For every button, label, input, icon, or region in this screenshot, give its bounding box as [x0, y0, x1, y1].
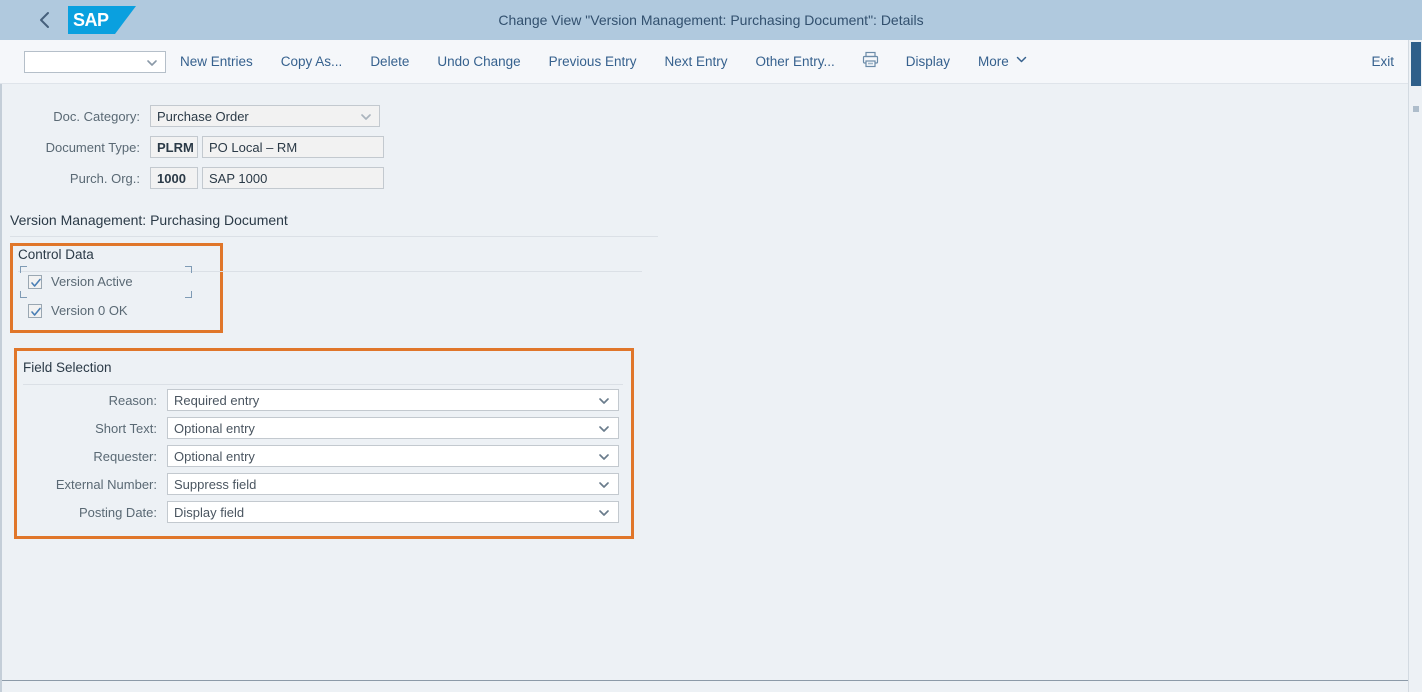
purch-org-row: Purch. Org.: 1000 SAP 1000: [2, 164, 384, 192]
page-title: Change View "Version Management: Purchas…: [0, 0, 1422, 40]
other-entry-button[interactable]: Other Entry...: [742, 47, 849, 77]
purch-org-description-field[interactable]: SAP 1000: [202, 167, 384, 189]
display-button[interactable]: Display: [892, 47, 964, 77]
previous-entry-button[interactable]: Previous Entry: [535, 47, 651, 77]
check-icon: [30, 306, 42, 318]
header-form: Doc. Category: Purchase Order Document T…: [2, 102, 384, 195]
variant-select[interactable]: [24, 51, 166, 73]
title-bar: SAP Change View "Version Management: Pur…: [0, 0, 1422, 40]
document-type-code-field[interactable]: PLRM: [150, 136, 198, 158]
section-divider: [10, 236, 658, 237]
external-number-label: External Number:: [2, 477, 167, 492]
control-data-group-title: Control Data: [18, 247, 94, 262]
control-data-divider: [18, 271, 642, 272]
chevron-down-icon: [1015, 47, 1028, 77]
purch-org-label: Purch. Org.:: [2, 171, 150, 186]
requester-value: Optional entry: [174, 449, 255, 464]
short-text-value: Optional entry: [174, 421, 255, 436]
reason-value: Required entry: [174, 393, 259, 408]
scrollbar-thumb[interactable]: [1411, 42, 1421, 86]
chevron-down-icon: [597, 506, 611, 523]
doc-category-row: Doc. Category: Purchase Order: [2, 102, 384, 130]
field-selection-form: Reason: Required entry Short Text: Optio…: [2, 386, 619, 526]
section-title: Version Management: Purchasing Document: [10, 212, 288, 228]
short-text-label: Short Text:: [2, 421, 167, 436]
short-text-row: Short Text: Optional entry: [2, 414, 619, 442]
next-entry-button[interactable]: Next Entry: [650, 47, 741, 77]
posting-date-row: Posting Date: Display field: [2, 498, 619, 526]
chevron-down-icon: [145, 56, 159, 75]
chevron-down-icon: [597, 450, 611, 467]
chevron-down-icon: [359, 110, 373, 127]
short-text-select[interactable]: Optional entry: [167, 417, 619, 439]
toolbar: New Entries Copy As... Delete Undo Chang…: [0, 40, 1422, 84]
version-active-checkbox[interactable]: [28, 275, 42, 289]
external-number-value: Suppress field: [174, 477, 256, 492]
posting-date-value: Display field: [174, 505, 244, 520]
requester-select[interactable]: Optional entry: [167, 445, 619, 467]
new-entries-button[interactable]: New Entries: [166, 47, 267, 77]
print-button[interactable]: [849, 47, 892, 77]
purch-org-code-field[interactable]: 1000: [150, 167, 198, 189]
check-icon: [30, 277, 42, 289]
doc-category-label: Doc. Category:: [2, 109, 150, 124]
sap-logo-text: SAP: [68, 10, 109, 31]
document-type-label: Document Type:: [2, 140, 150, 155]
field-selection-divider: [23, 384, 623, 385]
chevron-down-icon: [597, 422, 611, 439]
external-number-select[interactable]: Suppress field: [167, 473, 619, 495]
field-selection-group-title: Field Selection: [23, 360, 112, 375]
reason-row: Reason: Required entry: [2, 386, 619, 414]
document-type-description-field[interactable]: PO Local – RM: [202, 136, 384, 158]
document-type-row: Document Type: PLRM PO Local – RM: [2, 133, 384, 161]
external-number-row: External Number: Suppress field: [2, 470, 619, 498]
requester-label: Requester:: [2, 449, 167, 464]
content-area: Doc. Category: Purchase Order Document T…: [0, 84, 1414, 692]
chevron-down-icon: [597, 394, 611, 411]
printer-icon: [861, 50, 880, 74]
version-active-label: Version Active: [51, 274, 133, 289]
requester-row: Requester: Optional entry: [2, 442, 619, 470]
version-0-ok-row[interactable]: Version 0 OK: [28, 303, 128, 318]
more-button[interactable]: More: [964, 47, 1042, 77]
undo-change-button[interactable]: Undo Change: [423, 47, 534, 77]
doc-category-value: Purchase Order: [157, 109, 249, 124]
reason-label: Reason:: [2, 393, 167, 408]
posting-date-label: Posting Date:: [2, 505, 167, 520]
version-active-row[interactable]: Version Active: [28, 274, 133, 289]
delete-button[interactable]: Delete: [356, 47, 423, 77]
reason-select[interactable]: Required entry: [167, 389, 619, 411]
vertical-scrollbar[interactable]: [1408, 40, 1422, 692]
exit-button[interactable]: Exit: [1371, 54, 1394, 69]
version-0-ok-checkbox[interactable]: [28, 304, 42, 318]
doc-category-select[interactable]: Purchase Order: [150, 105, 380, 127]
bottom-divider: [2, 680, 1416, 681]
more-label: More: [978, 47, 1009, 77]
scrollbar-marker: [1413, 106, 1419, 112]
sap-gui-window: SAP Change View "Version Management: Pur…: [0, 0, 1422, 692]
chevron-down-icon: [597, 478, 611, 495]
version-0-ok-label: Version 0 OK: [51, 303, 128, 318]
posting-date-select[interactable]: Display field: [167, 501, 619, 523]
copy-as-button[interactable]: Copy As...: [267, 47, 357, 77]
